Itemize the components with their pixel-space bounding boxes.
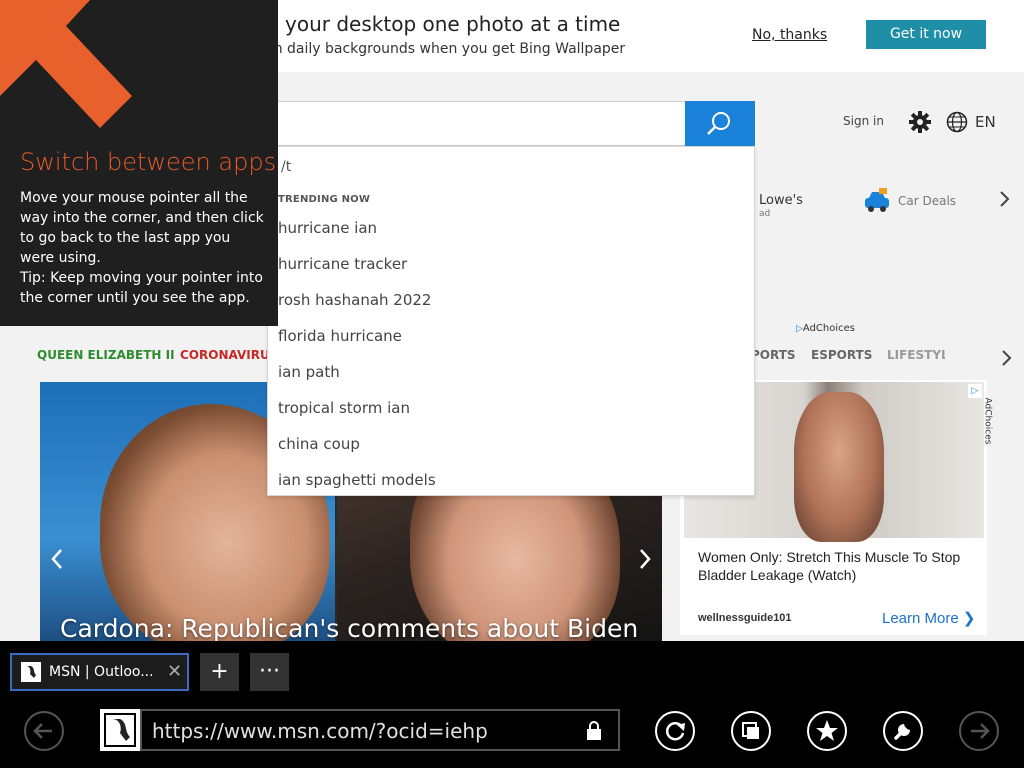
switch-apps-tip: Switch between apps Move your mouse poin… <box>0 0 278 326</box>
site-favicon-icon <box>100 709 140 751</box>
suggestion-item[interactable]: rosh hashanah 2022 <box>278 291 431 309</box>
tip-body-text: Move your mouse pointer all the way into… <box>20 190 264 266</box>
favorites-button[interactable] <box>807 711 847 751</box>
hero-caption[interactable]: Cardona: Republican's comments about Bid… <box>60 614 638 642</box>
url-text[interactable]: https://www.msn.com/?ocid=iehp <box>152 719 488 743</box>
suggestion-item[interactable]: hurricane ian <box>278 219 377 237</box>
banner-title: n your desktop one photo at a time <box>266 12 621 36</box>
suggestion-item[interactable]: ian spaghetti models <box>278 471 436 489</box>
forward-button[interactable] <box>959 711 999 751</box>
ad-choices-badge-icon[interactable]: ▷ <box>968 384 982 398</box>
adchoices-side-label[interactable]: AdChoices <box>982 388 1002 458</box>
tab-close-icon[interactable]: ✕ <box>167 661 182 682</box>
chevron-right-icon[interactable] <box>998 190 1010 208</box>
adchoices-label[interactable]: ▷AdChoices <box>796 323 855 334</box>
suggestion-item[interactable]: ian path <box>278 363 340 381</box>
pin-site-button[interactable] <box>731 711 771 751</box>
ad-image-figure <box>794 392 884 542</box>
search-suggestions-dropdown: /t TRENDING NOW hurricane ian hurricane … <box>267 146 755 496</box>
suggestion-item[interactable]: florida hurricane <box>278 327 402 345</box>
typed-query-text: /t <box>281 159 292 175</box>
tip-body: Move your mouse pointer all the way into… <box>20 188 265 308</box>
browser-app-bar: MSN | Outloo... ✕ + ··· https://www.msn.… <box>0 641 1024 768</box>
language-label[interactable]: EN <box>975 113 996 131</box>
nav-item-sports[interactable]: PORTS <box>751 348 796 362</box>
tab-title: MSN | Outloo... <box>49 664 154 680</box>
nav-item-queen-elizabeth[interactable]: QUEEN ELIZABETH II <box>37 348 175 362</box>
refresh-icon <box>665 722 685 741</box>
pin-site-icon <box>742 722 759 739</box>
sign-in-link[interactable]: Sign in <box>843 114 884 128</box>
nav-item-esports[interactable]: ESPORTS <box>811 348 872 362</box>
more-icon: ··· <box>259 659 280 684</box>
carousel-next-icon[interactable] <box>638 547 652 571</box>
suggestion-item[interactable]: china coup <box>278 435 360 453</box>
car-icon[interactable] <box>863 188 891 214</box>
tip-hint-text: Tip: Keep moving your pointer into the c… <box>20 270 263 306</box>
corner-arrow-icon <box>0 0 132 128</box>
star-icon <box>816 720 838 741</box>
suggestion-item[interactable]: hurricane tracker <box>278 255 407 273</box>
adchoices-side-text: AdChoices <box>982 397 993 445</box>
carousel-prev-icon[interactable] <box>50 547 64 571</box>
search-icon <box>707 112 730 135</box>
back-arrow-icon <box>33 723 52 739</box>
quicklink-car-deals[interactable]: Car Deals <box>898 194 958 208</box>
search-button[interactable] <box>685 101 755 146</box>
learn-more-link[interactable]: Learn More ❯ <box>882 609 975 627</box>
ad-headline[interactable]: Women Only: Stretch This Muscle To Stop … <box>698 548 973 584</box>
nav-item-coronavirus[interactable]: CORONAVIRUS <box>180 348 278 362</box>
tip-title: Switch between apps <box>20 148 277 176</box>
no-thanks-link[interactable]: No, thanks <box>752 27 827 43</box>
address-bar[interactable]: https://www.msn.com/?ocid=iehp <box>140 709 620 751</box>
tab-msn[interactable]: MSN | Outloo... ✕ <box>10 653 189 691</box>
search-input[interactable] <box>270 101 686 146</box>
new-tab-button[interactable]: + <box>200 653 239 691</box>
ad-source: wellnessguide101 <box>698 612 792 624</box>
forward-arrow-icon <box>971 723 990 739</box>
suggestion-item[interactable]: tropical storm ian <box>278 399 410 417</box>
msn-favicon-icon <box>21 662 41 682</box>
get-it-now-button[interactable]: Get it now <box>866 20 986 49</box>
refresh-button[interactable] <box>655 711 695 751</box>
quicklink-ad-label: ad <box>759 209 771 219</box>
globe-icon[interactable] <box>946 111 968 133</box>
quicklink-lowes[interactable]: Lowe's <box>759 193 803 208</box>
plus-icon: + <box>210 659 229 684</box>
nav-chevron-right-icon[interactable] <box>1000 349 1012 367</box>
banner-subtitle: ch daily backgrounds when you get Bing W… <box>266 41 626 57</box>
adchoices-icon: ▷ <box>796 324 803 334</box>
trending-heading: TRENDING NOW <box>278 194 371 205</box>
tab-options-button[interactable]: ··· <box>250 653 289 691</box>
adchoices-text: AdChoices <box>802 323 856 334</box>
gear-icon[interactable] <box>908 110 932 134</box>
page-tools-button[interactable] <box>883 711 923 751</box>
wrench-icon <box>894 724 910 740</box>
back-button[interactable] <box>24 711 64 751</box>
nav-item-lifestyle[interactable]: LIFESTYLE <box>887 348 945 362</box>
lock-icon[interactable] <box>586 721 602 741</box>
